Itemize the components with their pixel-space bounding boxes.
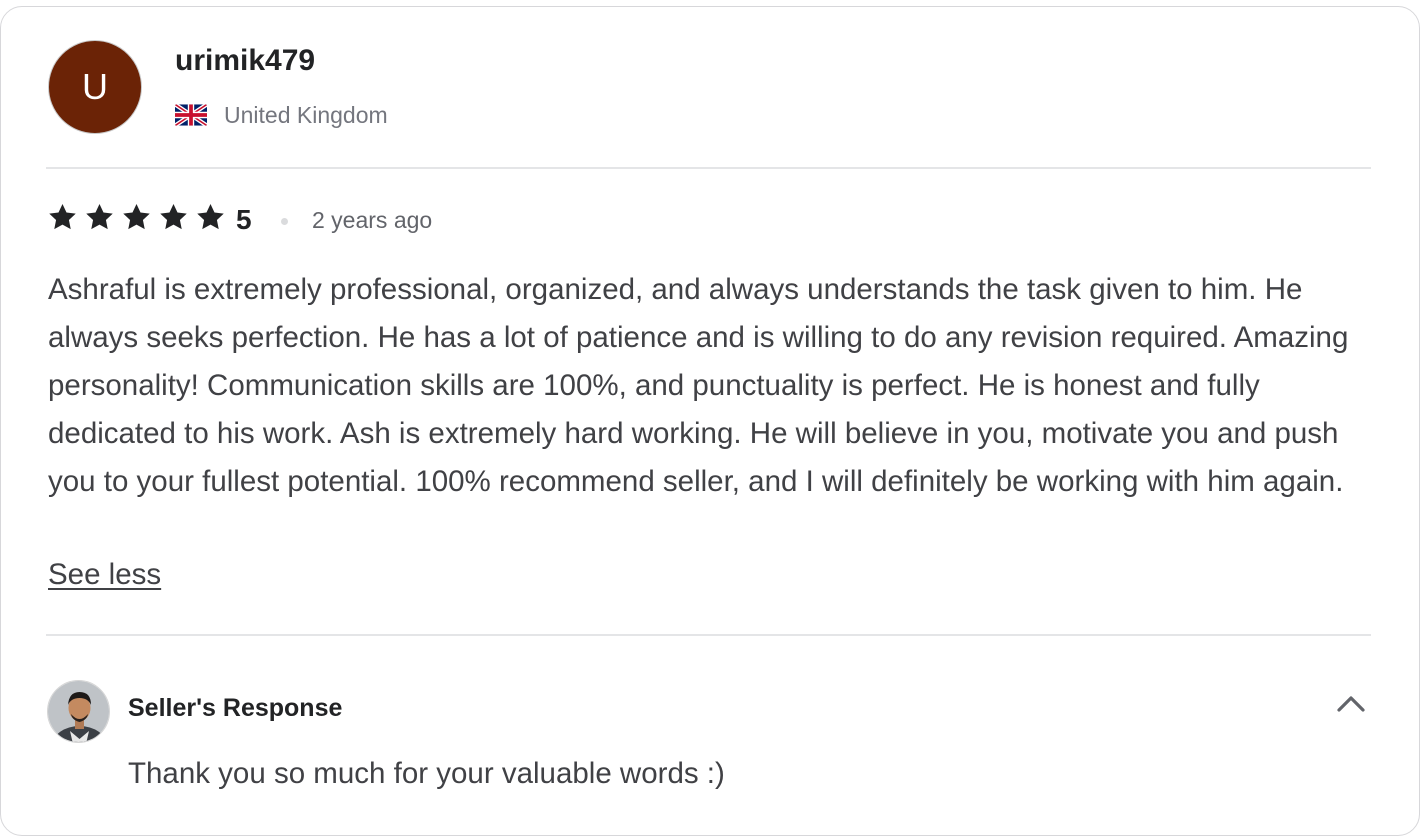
star-icon [86,203,113,230]
chevron-up-icon[interactable] [1334,688,1368,718]
star-icon [197,203,224,230]
star-icon [123,203,150,230]
star-icon [160,203,187,230]
divider [46,634,1371,636]
divider [46,167,1371,169]
uk-flag-icon [175,104,207,126]
seller-response-title: Seller's Response [128,694,343,722]
star-icon [49,203,76,230]
reviewer-username: urimik479 [175,44,316,77]
reviewer-country: United Kingdom [224,102,388,128]
separator-dot [281,218,288,225]
reviewer-avatar: U [48,40,142,134]
star-rating [47,202,226,233]
review-text: Ashraful is extremely professional, orga… [48,273,1349,498]
seller-avatar [47,680,110,743]
review-time: 2 years ago [312,207,433,233]
rating-value: 5 [236,204,252,235]
see-less-link[interactable]: See less [48,558,161,592]
seller-response-text: Thank you so much for your valuable word… [128,757,725,790]
